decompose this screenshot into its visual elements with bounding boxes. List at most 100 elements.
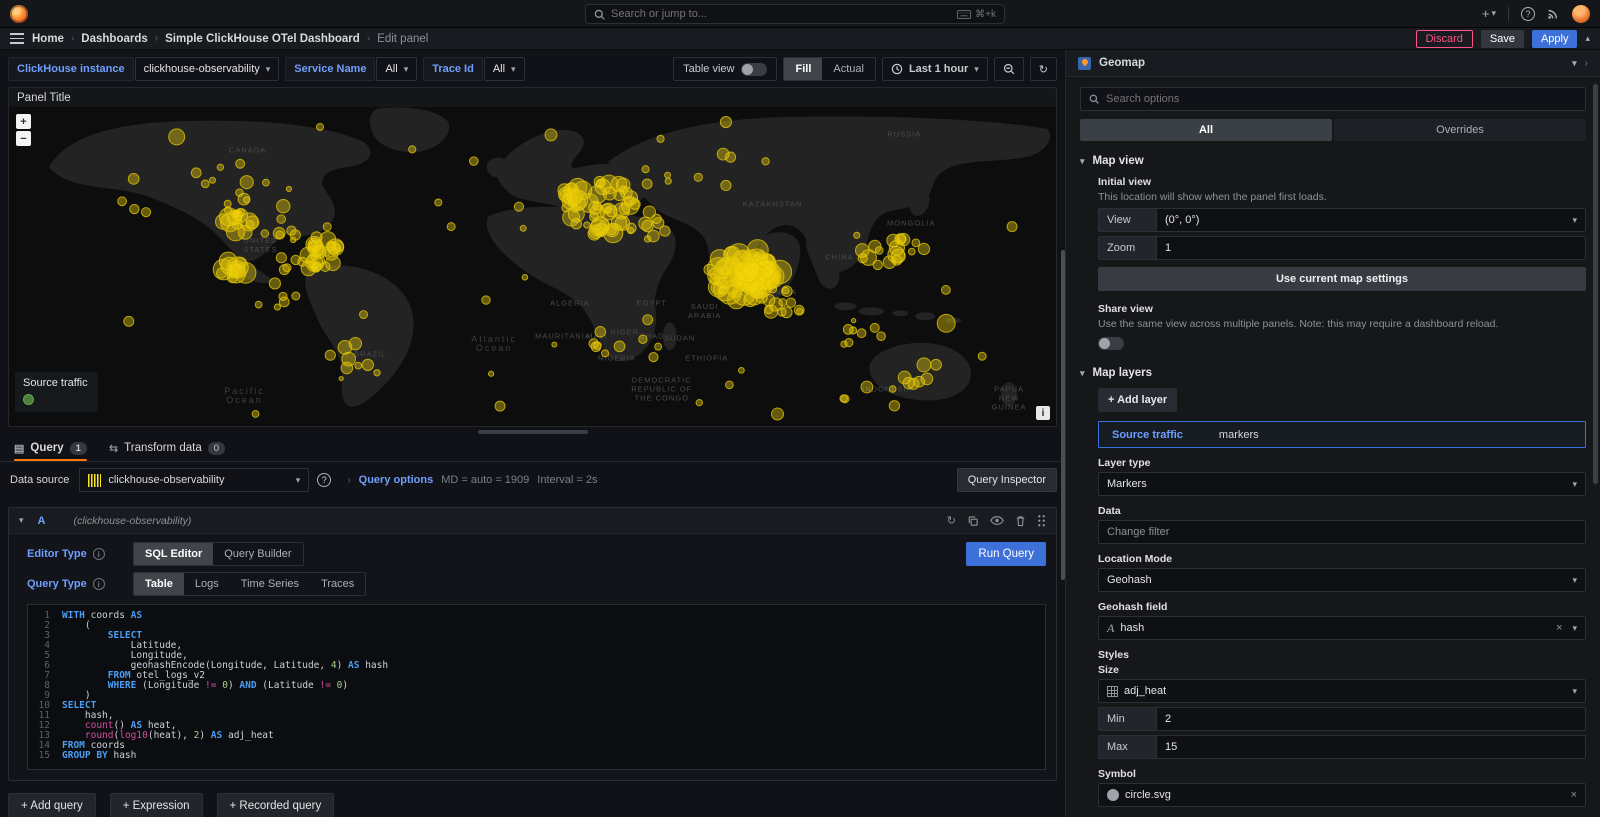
- map-attribution-button[interactable]: i: [1036, 406, 1050, 420]
- query-type-logs[interactable]: Logs: [184, 573, 230, 595]
- view-select[interactable]: (0°, 0°)▾: [1156, 208, 1586, 232]
- map-view-header[interactable]: ▾Map view: [1080, 155, 1586, 167]
- service-name-select[interactable]: All▾: [376, 57, 417, 81]
- info-icon[interactable]: i: [93, 578, 105, 590]
- delete-query-icon[interactable]: [1015, 515, 1026, 527]
- map-legend: Source traffic: [15, 372, 98, 412]
- size-field-select[interactable]: adj_heat▾: [1098, 679, 1586, 703]
- duplicate-query-icon[interactable]: [967, 515, 979, 527]
- refresh-button[interactable]: ↻: [1030, 57, 1057, 81]
- query-row-header[interactable]: ▾ A (clickhouse-observability) ↻: [9, 508, 1056, 534]
- query-footer: + Add query + Expression + Recorded quer…: [8, 793, 1057, 817]
- resize-grip[interactable]: [478, 430, 588, 434]
- query-type-table[interactable]: Table: [134, 573, 184, 595]
- table-view-toggle[interactable]: Table view: [673, 57, 777, 81]
- fill-option[interactable]: Fill: [784, 58, 822, 80]
- section-map-view: ▾Map view Initial view This location wil…: [1080, 155, 1586, 353]
- location-mode-select[interactable]: Geohash▾: [1098, 568, 1586, 592]
- global-search-input[interactable]: [611, 8, 951, 20]
- actual-option[interactable]: Actual: [822, 58, 875, 80]
- query-builder-option[interactable]: Query Builder: [213, 543, 302, 565]
- query-history-icon[interactable]: ↻: [947, 514, 956, 527]
- query-inspector-button[interactable]: Query Inspector: [957, 468, 1057, 492]
- layer-row-source-traffic[interactable]: Source traffic markers: [1098, 421, 1586, 448]
- zoom-input[interactable]: 1: [1156, 236, 1586, 260]
- hide-query-icon[interactable]: [990, 515, 1004, 526]
- legend-title: Source traffic: [23, 377, 88, 389]
- tab-all[interactable]: All: [1080, 119, 1332, 141]
- apply-button[interactable]: Apply: [1532, 30, 1578, 48]
- news-icon[interactable]: [1547, 7, 1560, 20]
- string-field-icon: A: [1107, 621, 1114, 636]
- data-filter-select[interactable]: Change filter: [1098, 520, 1586, 544]
- breadcrumb-home[interactable]: Home: [32, 33, 64, 45]
- collapse-pane-icon[interactable]: ›: [1585, 58, 1588, 69]
- keyboard-icon: [957, 10, 971, 19]
- world-map[interactable]: RUSSIACANADAUNITED STATESKAZAKHSTANMONGO…: [9, 107, 1056, 426]
- options-search[interactable]: [1080, 87, 1586, 111]
- query-options-toggle[interactable]: Query options: [359, 474, 434, 486]
- pane-size-segment: Fill Actual: [783, 57, 875, 81]
- tab-query[interactable]: ▤ Query 1: [14, 436, 87, 460]
- map-zoom-in-button[interactable]: +: [16, 114, 31, 129]
- clickhouse-instance-label: ClickHouse instance: [8, 57, 134, 81]
- zoom-label: Zoom: [1098, 236, 1156, 260]
- discard-button[interactable]: Discard: [1416, 30, 1473, 48]
- recorded-query-button[interactable]: + Recorded query: [217, 793, 335, 817]
- tab-transform-data[interactable]: ⇆ Transform data 0: [109, 436, 225, 460]
- visualization-name: Geomap: [1099, 57, 1145, 69]
- menu-icon[interactable]: [10, 33, 24, 44]
- query-options-stat1: MD = auto = 1909: [441, 474, 529, 486]
- options-filter-tabs: All Overrides: [1080, 119, 1586, 141]
- geohash-field-select[interactable]: A hash ×▾: [1098, 616, 1586, 640]
- use-current-map-settings-button[interactable]: Use current map settings: [1098, 267, 1586, 291]
- expression-button[interactable]: + Expression: [110, 793, 203, 817]
- clickhouse-instance-select[interactable]: clickhouse-observability▾: [135, 57, 280, 81]
- symbol-label: Symbol: [1098, 768, 1586, 780]
- visualization-picker[interactable]: Geomap ▾ ›: [1066, 50, 1600, 77]
- save-button[interactable]: Save: [1481, 30, 1524, 48]
- search-icon: [1089, 94, 1099, 104]
- layer-type-label: Layer type: [1098, 457, 1586, 469]
- add-button[interactable]: +▾: [1482, 6, 1496, 21]
- sql-editor-option[interactable]: SQL Editor: [134, 543, 213, 565]
- datasource-picker[interactable]: clickhouse-observability ▾: [79, 468, 309, 492]
- collapse-controls-icon[interactable]: ▴: [1585, 33, 1590, 44]
- pane-resize-handle: [8, 427, 1057, 436]
- sql-code[interactable]: 1WITH coords AS2 (3 SELECT4 Latitude,5 L…: [27, 604, 1046, 770]
- user-avatar[interactable]: [1572, 5, 1590, 23]
- info-icon[interactable]: i: [93, 548, 105, 560]
- add-layer-button[interactable]: + Add layer: [1098, 388, 1177, 412]
- max-input[interactable]: 15: [1156, 735, 1586, 759]
- query-type-timeseries[interactable]: Time Series: [230, 573, 310, 595]
- share-view-toggle[interactable]: [1098, 337, 1124, 350]
- map-zoom-out-button[interactable]: −: [16, 131, 31, 146]
- zoom-out-time-button[interactable]: [994, 57, 1024, 81]
- drag-query-handle[interactable]: [1037, 514, 1046, 527]
- panel-title[interactable]: Panel Title: [9, 88, 1056, 107]
- options-scrollbar[interactable]: [1593, 84, 1598, 484]
- layer-type-select[interactable]: Markers▾: [1098, 472, 1586, 496]
- run-query-button[interactable]: Run Query: [966, 542, 1046, 566]
- datasource-label: Data source: [8, 474, 71, 486]
- query-type-traces[interactable]: Traces: [310, 573, 365, 595]
- map-layers-header[interactable]: ▾Map layers: [1080, 367, 1586, 379]
- options-search-input[interactable]: [1106, 93, 1577, 105]
- table-view-switch[interactable]: [741, 63, 767, 76]
- clear-icon[interactable]: ×: [1556, 622, 1562, 634]
- global-search[interactable]: ⌘+k: [585, 4, 1005, 24]
- grafana-logo-icon[interactable]: [10, 5, 28, 23]
- collapse-query-icon[interactable]: ▾: [19, 515, 24, 526]
- datasource-help-icon[interactable]: ?: [317, 473, 331, 487]
- breadcrumb-dashboard[interactable]: Simple ClickHouse OTel Dashboard: [165, 33, 360, 45]
- clear-icon[interactable]: ×: [1571, 789, 1577, 801]
- symbol-select[interactable]: circle.svg ×: [1098, 783, 1586, 807]
- add-query-button[interactable]: + Add query: [8, 793, 96, 817]
- share-view-label: Share view: [1098, 303, 1586, 315]
- trace-id-select[interactable]: All▾: [484, 57, 525, 81]
- time-range-picker[interactable]: Last 1 hour▾: [882, 57, 988, 81]
- tab-overrides[interactable]: Overrides: [1334, 119, 1586, 141]
- min-input[interactable]: 2: [1156, 707, 1586, 731]
- breadcrumb-dashboards[interactable]: Dashboards: [81, 33, 147, 45]
- help-icon[interactable]: ?: [1521, 7, 1535, 21]
